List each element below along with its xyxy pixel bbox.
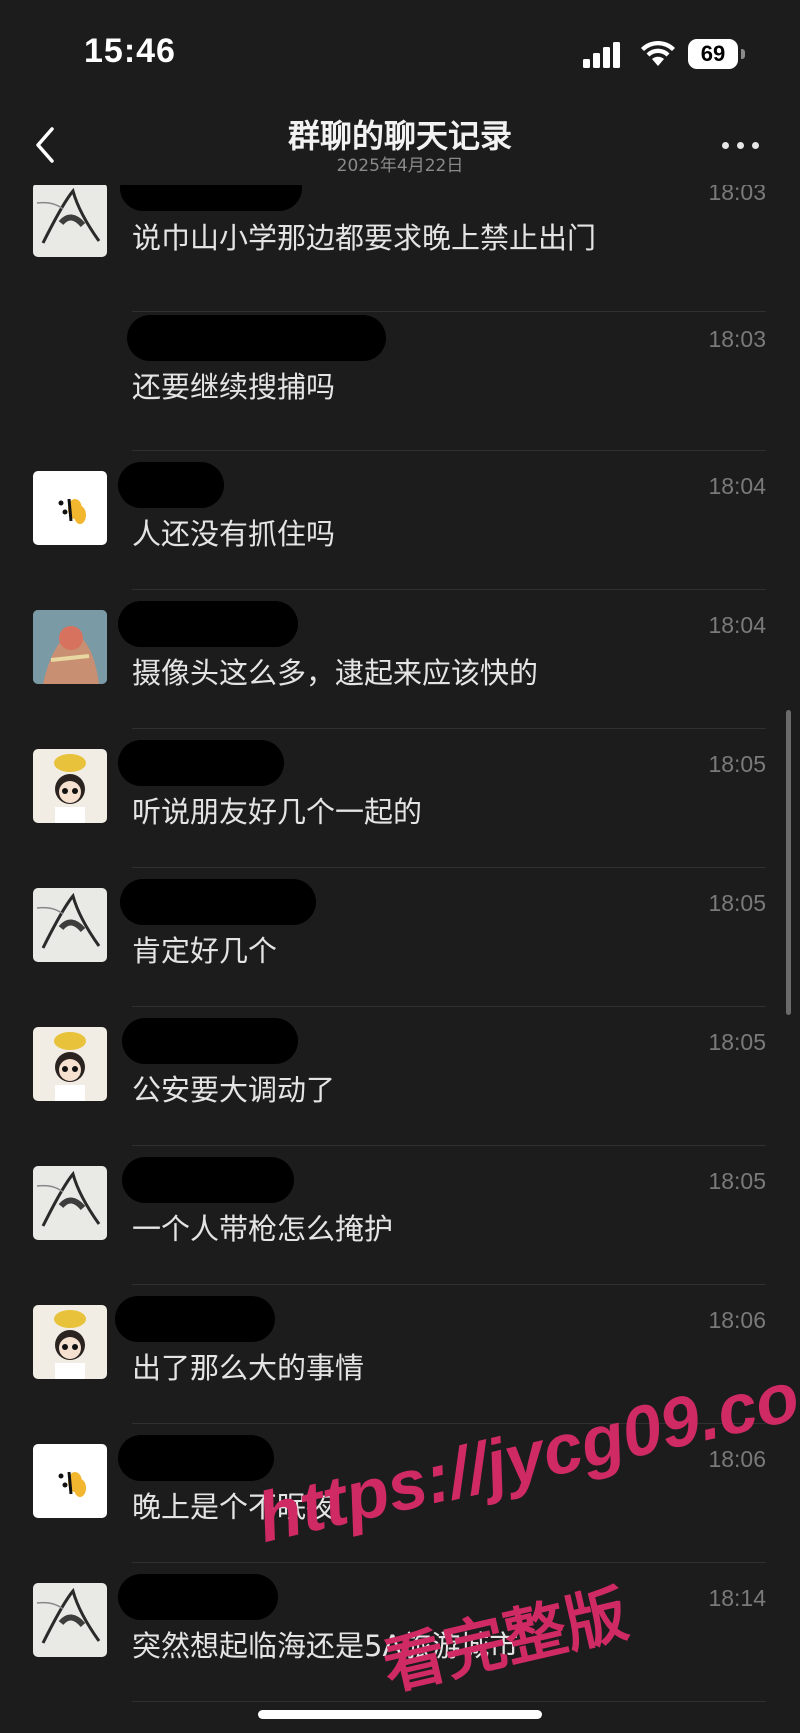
battery-level: 69 [700,41,726,66]
avatar[interactable] [33,610,107,684]
name-redaction [118,740,284,786]
name-redaction [118,601,298,647]
message-time: 18:05 [708,1168,766,1194]
avatar[interactable] [33,1583,107,1657]
message-time: 18:05 [708,1029,766,1055]
name-redaction [122,1157,294,1203]
message-time: 18:03 [708,326,766,352]
avatar[interactable] [33,1027,107,1101]
message-text: 一个人带枪怎么掩护 [132,1212,394,1246]
message-text: 公安要大调动了 [132,1073,336,1107]
signal-icon [583,42,620,68]
avatar[interactable] [33,1305,107,1379]
more-dot [752,142,759,149]
home-indicator[interactable] [258,1710,542,1719]
battery-icon: 69 [688,39,746,69]
name-redaction [120,185,302,211]
more-dot [722,142,729,149]
list-item[interactable]: 18:05 听说朋友好几个一起的 [0,729,800,868]
avatar[interactable] [33,1166,107,1240]
avatar[interactable] [33,185,107,257]
list-item[interactable]: 18:05 肯定好几个 [0,868,800,1007]
message-time: 18:05 [708,890,766,916]
message-time: 18:04 [708,612,766,638]
name-redaction [122,1018,298,1064]
message-time: 18:14 [708,1585,766,1611]
name-redaction [115,1296,275,1342]
name-redaction [118,1435,274,1481]
list-item[interactable]: 18:05 一个人带枪怎么掩护 [0,1146,800,1285]
avatar[interactable] [33,888,107,962]
list-item[interactable]: 18:03 还要继续搜捕吗 [0,312,800,451]
message-text: 肯定好几个 [132,934,278,968]
divider [132,1701,766,1702]
list-item[interactable]: 18:04 人还没有抓住吗 [0,451,800,590]
battery-nub [741,49,745,59]
wifi-icon [641,40,675,66]
more-dot [737,142,744,149]
list-item[interactable]: 18:05 公安要大调动了 [0,1007,800,1146]
message-text: 出了那么大的事情 [132,1351,365,1385]
message-time: 18:05 [708,751,766,777]
message-time: 18:04 [708,473,766,499]
name-redaction [118,1574,278,1620]
message-text: 听说朋友好几个一起的 [132,795,423,829]
name-redaction [127,315,386,361]
scrollbar[interactable] [786,710,791,1015]
list-item[interactable]: 18:03 说巾山小学那边都要求晚上禁止出门 [0,185,800,312]
nav-bar: 群聊的聊天记录 2025年4月22日 [0,105,800,185]
name-redaction [118,462,224,508]
avatar[interactable] [33,749,107,823]
avatar[interactable] [33,471,107,545]
message-text: 人还没有抓住吗 [132,517,336,551]
message-text: 摄像头这么多，逮起来应该快的 [132,656,539,690]
status-time: 15:46 [84,32,176,70]
message-text: 说巾山小学那边都要求晚上禁止出门 [132,221,597,255]
avatar[interactable] [33,1444,107,1518]
page-subtitle: 2025年4月22日 [336,156,464,176]
message-text: 还要继续搜捕吗 [132,370,336,404]
message-time: 18:03 [708,185,766,205]
status-bar: 15:46 69 [0,0,800,105]
list-item[interactable]: 18:04 摄像头这么多，逮起来应该快的 [0,590,800,729]
message-time: 18:06 [708,1307,766,1333]
more-button[interactable] [716,125,766,165]
name-redaction [120,879,316,925]
